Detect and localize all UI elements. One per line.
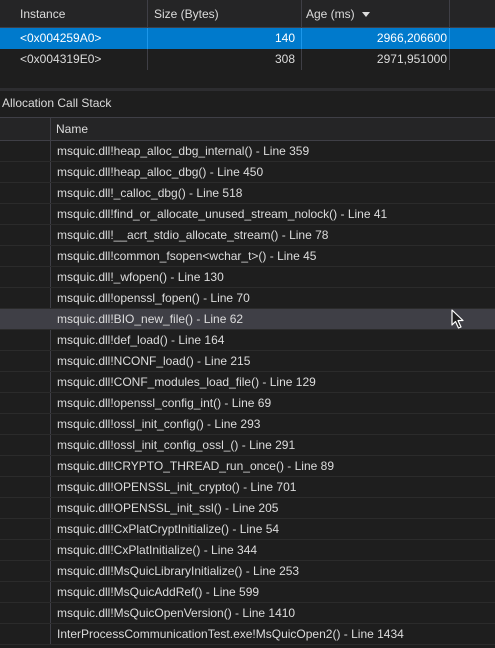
instance-row[interactable]: <0x004259A0> 140 2966,206600 (0, 28, 495, 49)
column-header-instance[interactable]: Instance (0, 0, 148, 28)
mouse-cursor-icon (451, 309, 464, 329)
column-header-filler (450, 0, 495, 28)
call-stack-title: Allocation Call Stack (2, 96, 112, 110)
row-gutter (0, 267, 51, 287)
instances-header: Instance Size (Bytes) Age (ms) (0, 0, 495, 28)
frame-name: InterProcessCommunicationTest.exe!MsQuic… (57, 627, 404, 641)
frame-name: msquic.dll!OPENSSL_init_ssl() - Line 205 (57, 501, 279, 515)
frame-name: msquic.dll!ossl_init_config_ossl_() - Li… (57, 438, 296, 452)
row-gutter (0, 225, 51, 245)
pane-splitter[interactable] (0, 88, 495, 91)
call-stack-row[interactable]: msquic.dll!MsQuicAddRef() - Line 599 (0, 582, 495, 603)
call-stack-row[interactable]: msquic.dll!MsQuicOpenVersion() - Line 14… (0, 603, 495, 624)
frame-name: msquic.dll!ossl_init_config() - Line 293 (57, 417, 261, 431)
row-gutter (0, 624, 51, 644)
row-gutter (0, 498, 51, 518)
frame-name: msquic.dll!find_or_allocate_unused_strea… (57, 207, 388, 221)
call-stack-row[interactable]: msquic.dll!NCONF_load() - Line 215 (0, 351, 495, 372)
gutter-header (0, 118, 51, 140)
frame-name: msquic.dll!_wfopen() - Line 130 (57, 270, 224, 284)
call-stack-row[interactable]: msquic.dll!find_or_allocate_unused_strea… (0, 204, 495, 225)
column-header-size[interactable]: Size (Bytes) (148, 0, 302, 28)
frame-name: msquic.dll!MsQuicLibraryInitialize() - L… (57, 564, 300, 578)
instance-row[interactable]: <0x004319E0> 308 2971,951000 (0, 49, 495, 70)
call-stack-row[interactable]: msquic.dll!OPENSSL_init_crypto() - Line … (0, 477, 495, 498)
call-stack-row[interactable]: msquic.dll!openssl_fopen() - Line 70 (0, 288, 495, 309)
call-stack-row[interactable]: InterProcessCommunicationTest.exe!MsQuic… (0, 624, 495, 645)
frame-name: msquic.dll!OPENSSL_init_crypto() - Line … (57, 480, 297, 494)
call-stack-list: msquic.dll!heap_alloc_dbg_internal() - L… (0, 141, 495, 645)
call-stack-row[interactable]: msquic.dll!CONF_modules_load_file() - Li… (0, 372, 495, 393)
frame-name: msquic.dll!heap_alloc_dbg() - Line 450 (57, 165, 264, 179)
frame-name: msquic.dll!CxPlatCryptInitialize() - Lin… (57, 522, 280, 536)
frame-name: msquic.dll!common_fsopen<wchar_t>() - Li… (57, 249, 317, 263)
frame-name: msquic.dll!heap_alloc_dbg_internal() - L… (57, 144, 310, 158)
row-gutter (0, 246, 51, 266)
row-gutter (0, 288, 51, 308)
frame-name: msquic.dll!BIO_new_file() - Line 62 (57, 312, 244, 326)
frame-name: msquic.dll!CxPlatInitialize() - Line 344 (57, 543, 258, 557)
row-gutter (0, 582, 51, 602)
row-gutter (0, 309, 51, 329)
frame-name: msquic.dll!MsQuicAddRef() - Line 599 (57, 585, 260, 599)
row-gutter (0, 561, 51, 581)
column-header-age-label: Age (ms) (306, 7, 355, 21)
row-gutter (0, 183, 51, 203)
row-gutter (0, 393, 51, 413)
filler-cell (450, 49, 495, 70)
frame-name: msquic.dll!CRYPTO_THREAD_run_once() - Li… (57, 459, 335, 473)
row-gutter (0, 330, 51, 350)
row-gutter (0, 603, 51, 623)
size-cell: 140 (148, 28, 302, 49)
call-stack-row[interactable]: msquic.dll!ossl_init_config_ossl_() - Li… (0, 435, 495, 456)
call-stack-row[interactable]: msquic.dll!__acrt_stdio_allocate_stream(… (0, 225, 495, 246)
filler-cell (450, 28, 495, 49)
frame-name: msquic.dll!openssl_fopen() - Line 70 (57, 291, 250, 305)
row-gutter (0, 162, 51, 182)
frame-name: msquic.dll!openssl_config_int() - Line 6… (57, 396, 272, 410)
call-stack-row[interactable]: msquic.dll!heap_alloc_dbg() - Line 450 (0, 162, 495, 183)
row-gutter (0, 372, 51, 392)
call-stack-row[interactable]: msquic.dll!CRYPTO_THREAD_run_once() - Li… (0, 456, 495, 477)
column-header-age[interactable]: Age (ms) (302, 0, 450, 28)
row-gutter (0, 519, 51, 539)
row-gutter (0, 414, 51, 434)
frame-name: msquic.dll!CONF_modules_load_file() - Li… (57, 375, 316, 389)
call-stack-row[interactable]: msquic.dll!CxPlatCryptInitialize() - Lin… (0, 519, 495, 540)
column-header-name[interactable]: Name (51, 118, 495, 140)
instance-cell: <0x004259A0> (0, 28, 148, 49)
call-stack-header: Name (0, 117, 495, 141)
frame-name: msquic.dll!def_load() - Line 164 (57, 333, 225, 347)
frame-name: msquic.dll!MsQuicOpenVersion() - Line 14… (57, 606, 296, 620)
frame-name: msquic.dll!_calloc_dbg() - Line 518 (57, 186, 243, 200)
call-stack-row[interactable]: msquic.dll!ossl_init_config() - Line 293 (0, 414, 495, 435)
row-gutter (0, 204, 51, 224)
sort-descending-icon (362, 12, 370, 17)
instance-cell: <0x004319E0> (0, 49, 148, 70)
size-cell: 308 (148, 49, 302, 70)
row-gutter (0, 456, 51, 476)
frame-name: msquic.dll!NCONF_load() - Line 215 (57, 354, 251, 368)
call-stack-row[interactable]: msquic.dll!_wfopen() - Line 130 (0, 267, 495, 288)
call-stack-row[interactable]: msquic.dll!openssl_config_int() - Line 6… (0, 393, 495, 414)
row-gutter (0, 477, 51, 497)
row-gutter (0, 141, 51, 161)
row-gutter (0, 540, 51, 560)
call-stack-row[interactable]: msquic.dll!OPENSSL_init_ssl() - Line 205 (0, 498, 495, 519)
frame-name: msquic.dll!__acrt_stdio_allocate_stream(… (57, 228, 329, 242)
row-gutter (0, 351, 51, 371)
age-cell: 2971,951000 (302, 49, 450, 70)
age-cell: 2966,206600 (302, 28, 450, 49)
call-stack-row[interactable]: msquic.dll!heap_alloc_dbg_internal() - L… (0, 141, 495, 162)
call-stack-row[interactable]: msquic.dll!CxPlatInitialize() - Line 344 (0, 540, 495, 561)
call-stack-row[interactable]: msquic.dll!common_fsopen<wchar_t>() - Li… (0, 246, 495, 267)
call-stack-row[interactable]: msquic.dll!_calloc_dbg() - Line 518 (0, 183, 495, 204)
call-stack-row[interactable]: msquic.dll!def_load() - Line 164 (0, 330, 495, 351)
call-stack-row[interactable]: msquic.dll!BIO_new_file() - Line 62 (0, 309, 495, 330)
call-stack-row[interactable]: msquic.dll!MsQuicLibraryInitialize() - L… (0, 561, 495, 582)
row-gutter (0, 435, 51, 455)
